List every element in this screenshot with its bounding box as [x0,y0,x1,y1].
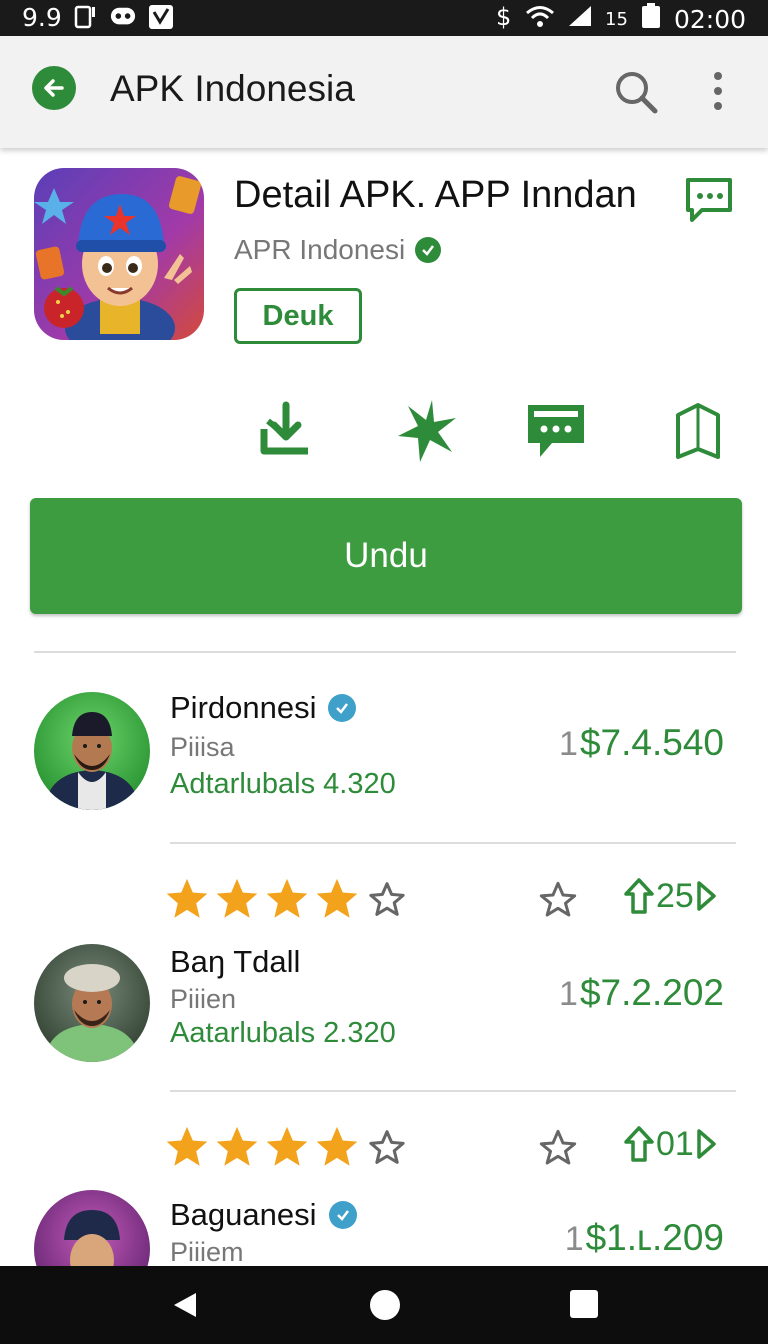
battery-icon [640,3,662,35]
price: 1 $1.ʟ.209 [565,1217,724,1259]
share-button[interactable]: 25 [622,876,718,916]
reviewer-subtitle: Piiiem [170,1237,244,1267]
svg-text:$: $ [496,3,511,29]
star-rating[interactable] [164,1124,410,1170]
rate-action-button[interactable] [391,395,463,467]
reviewer-name: Baŋ Tdall [170,944,301,979]
triangle-back-icon [174,1293,196,1317]
star-rating[interactable] [164,876,410,922]
rating-row: 01 [164,1124,744,1176]
chat-icon [686,178,732,222]
chevron-right-icon [697,1129,716,1159]
reviewer-name: Baguanesi [170,1197,317,1232]
favorite-button[interactable] [538,880,578,920]
status-time: 02:00 [673,4,746,34]
reviewer-stat: Aatarlubals 2.320 [170,1017,396,1049]
price-lead: 1 [559,975,578,1013]
search-icon [616,72,658,114]
star-burst-icon [398,400,456,462]
chat-button[interactable] [684,176,734,224]
reviewer-name-row: Pirdonnesi [170,690,357,726]
star-filled-icon[interactable] [164,1124,210,1170]
star-filled-icon[interactable] [164,876,210,922]
action-row [0,395,768,475]
messenger-icon [110,4,136,30]
vpn-icon [148,4,174,30]
star-filled-icon[interactable] [314,1124,360,1170]
verified-icon [415,237,442,263]
divider [170,842,736,844]
price-lead: 1 [564,1220,584,1258]
bookmark-action-button[interactable] [662,395,734,467]
chevron-right-icon [697,881,716,911]
bookmark-icon [676,403,720,459]
reviewer-name-row: Baguanesi [170,1197,357,1233]
reviewer-stat: Adtarlubals 4.320 [170,768,396,800]
reviewer-name: Pirdonnesi [170,690,317,725]
star-outline-icon [539,1129,577,1165]
star-empty-icon[interactable] [364,876,410,922]
nav-recents-button[interactable] [570,1290,598,1318]
nav-back-button[interactable] [170,1290,200,1320]
battery-text: 15 [605,8,628,30]
more-options-button[interactable] [702,68,734,116]
price-lead: 1 [559,725,578,763]
star-filled-icon[interactable] [264,1124,310,1170]
developer-row[interactable]: APR Indonesi [234,234,442,266]
search-button[interactable] [610,66,662,118]
signal-icon [567,4,593,34]
sim-icon [72,4,98,30]
comment-action-button[interactable] [520,395,592,467]
avatar[interactable] [34,944,150,1062]
download-button[interactable]: Undu [30,498,742,614]
star-empty-icon[interactable] [364,1124,410,1170]
star-filled-icon[interactable] [314,876,360,922]
favorite-button[interactable] [538,1128,578,1168]
share-count: 01 [656,1124,694,1163]
download-action-button[interactable] [250,395,322,467]
star-filled-icon[interactable] [214,876,260,922]
wifi-icon [525,4,555,34]
share-count: 25 [656,876,694,915]
app-name: Detail APK. APP Inndan [234,174,637,216]
navigation-bar [0,1266,768,1344]
more-vertical-icon [714,72,722,110]
divider [34,651,736,653]
price-value: $7.4.540 [579,722,724,763]
rating-row: 25 [164,876,744,928]
share-button[interactable]: 01 [622,1124,718,1164]
price-value: $1.ʟ.209 [585,1217,724,1258]
price: 1 $7.4.540 [559,722,724,764]
star-filled-icon[interactable] [214,1124,260,1170]
dollar-icon: $ [495,3,513,35]
category-tag-button[interactable]: Deuk [234,288,362,344]
share-up-icon [624,878,654,914]
page-title: APK Indonesia [110,68,355,109]
status-bar: 9.9 $ 15 02:00 [0,0,768,36]
app-bar: APK Indonesia [0,36,768,148]
divider [170,1090,736,1092]
star-filled-icon[interactable] [264,876,310,922]
comment-icon [528,405,584,457]
developer-name: APR Indonesi [234,234,406,265]
price: 1 $7.2.202 [559,972,724,1014]
star-outline-icon [539,881,577,917]
reviewer-name-row: Baŋ Tdall [170,944,300,980]
avatar[interactable] [34,692,150,810]
nav-home-button[interactable] [370,1290,400,1320]
price-value: $7.2.202 [579,972,724,1013]
back-button[interactable] [32,66,76,110]
status-left-time: 9.9 [22,3,62,32]
share-up-icon [624,1126,654,1162]
download-icon [260,401,308,455]
arrow-left-icon [44,79,64,97]
verified-icon [328,1201,357,1229]
verified-icon [328,694,357,722]
reviewer-subtitle: Piiien [170,984,237,1014]
reviewer-subtitle: Piiisa [170,732,235,762]
app-icon [34,168,204,340]
